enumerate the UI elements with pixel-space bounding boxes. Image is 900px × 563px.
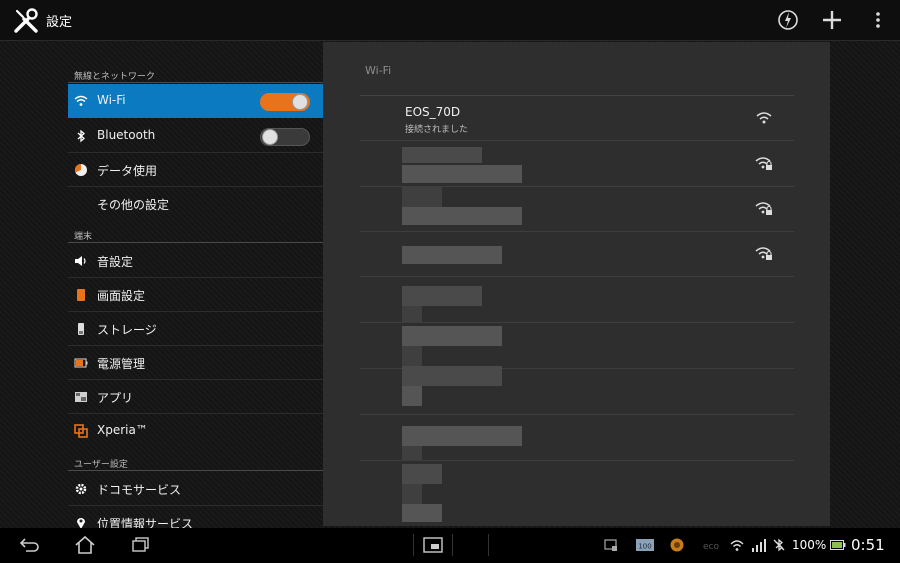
display-icon bbox=[77, 289, 85, 301]
redacted-ssid bbox=[402, 306, 422, 322]
wifi-network-pane: Wi-Fi EOS_70D 接続されました bbox=[323, 42, 830, 526]
settings-item-label: Bluetooth bbox=[97, 128, 156, 142]
divider bbox=[488, 534, 489, 556]
redacted-ssid bbox=[402, 286, 482, 306]
wifi-network-row[interactable] bbox=[360, 366, 794, 415]
settings-item-power[interactable]: 電源管理 bbox=[68, 346, 323, 380]
settings-item-sound[interactable]: 音設定 bbox=[68, 244, 323, 278]
section-header-wireless: 無線とネットワーク bbox=[68, 63, 323, 83]
divider bbox=[452, 534, 453, 556]
overflow-menu-icon[interactable] bbox=[864, 6, 892, 34]
section-header-device: 端末 bbox=[68, 223, 323, 243]
redacted-ssid bbox=[402, 326, 502, 346]
system-nav-bar: 100 eco 100% 0:51 bbox=[0, 528, 900, 563]
network-ssid: EOS_70D bbox=[405, 105, 461, 119]
bluetooth-icon bbox=[77, 129, 85, 143]
wifi-status-icon bbox=[730, 540, 744, 551]
small-apps-icon[interactable] bbox=[420, 535, 446, 555]
redacted-ssid bbox=[402, 504, 442, 522]
wifi-network-row[interactable] bbox=[360, 416, 794, 461]
settings-item-label: 電源管理 bbox=[97, 357, 146, 371]
settings-tools-icon[interactable] bbox=[12, 7, 40, 35]
settings-item-label: Xperia™ bbox=[97, 423, 148, 437]
battery-percent: 100% bbox=[792, 538, 827, 552]
settings-list: 無線とネットワーク Wi-Fi Bluetooth データ使用 その他の設定 端… bbox=[68, 41, 323, 531]
wifi-toggle[interactable] bbox=[260, 93, 310, 111]
action-bar: 設定 bbox=[0, 0, 900, 41]
wifi-network-row[interactable] bbox=[360, 278, 794, 323]
clock: 0:51 bbox=[851, 536, 885, 554]
redacted-ssid bbox=[402, 464, 442, 484]
redacted-ssid bbox=[402, 484, 422, 504]
redacted-ssid bbox=[402, 246, 502, 264]
settings-item-more[interactable]: その他の設定 bbox=[68, 187, 323, 221]
wifi-icon bbox=[74, 95, 88, 106]
settings-item-xperia[interactable]: Xperia™ bbox=[68, 414, 323, 448]
settings-item-label: ドコモサービス bbox=[97, 483, 182, 497]
redacted-ssid bbox=[402, 165, 522, 183]
home-icon[interactable] bbox=[72, 535, 98, 555]
app-notification-icon bbox=[670, 538, 684, 552]
settings-item-label: 画面設定 bbox=[97, 289, 146, 303]
apps-icon bbox=[75, 392, 87, 402]
screen-mirror-icon bbox=[604, 539, 617, 551]
redacted-ssid bbox=[402, 346, 422, 366]
wifi-network-row[interactable] bbox=[360, 232, 794, 277]
settings-item-label: アプリ bbox=[97, 391, 134, 405]
network-status: 接続されました bbox=[405, 125, 469, 135]
redacted-ssid bbox=[402, 207, 522, 225]
settings-item-docomo[interactable]: ドコモサービス bbox=[68, 472, 323, 506]
storage-icon bbox=[78, 323, 84, 335]
bluetooth-off-icon bbox=[773, 538, 785, 552]
toggle-knob bbox=[262, 129, 278, 145]
wifi-ap-icon[interactable] bbox=[774, 6, 802, 34]
data-usage-icon bbox=[75, 164, 87, 176]
cell-signal-icon bbox=[752, 539, 766, 552]
wifi-signal-icon bbox=[756, 112, 772, 124]
speaker-icon bbox=[75, 256, 86, 266]
wifi-lock-icon bbox=[755, 202, 772, 215]
svg-text:eco: eco bbox=[703, 542, 719, 552]
redacted-ssid bbox=[402, 426, 522, 446]
settings-item-label: その他の設定 bbox=[97, 198, 170, 212]
recent-apps-icon[interactable] bbox=[128, 535, 154, 555]
bluetooth-toggle[interactable] bbox=[260, 128, 310, 146]
battery-full-icon bbox=[830, 540, 846, 550]
svg-text:100: 100 bbox=[638, 543, 651, 551]
wifi-lock-icon bbox=[755, 247, 772, 260]
settings-item-storage[interactable]: ストレージ bbox=[68, 312, 323, 346]
settings-item-apps[interactable]: アプリ bbox=[68, 380, 323, 414]
settings-item-label: 音設定 bbox=[97, 255, 134, 269]
eco-icon: eco bbox=[703, 542, 719, 552]
redacted-ssid bbox=[402, 187, 442, 207]
wifi-network-row[interactable] bbox=[360, 187, 794, 232]
settings-item-label: データ使用 bbox=[97, 164, 158, 178]
wifi-network-row[interactable] bbox=[360, 324, 794, 369]
toggle-knob bbox=[292, 94, 308, 110]
divider bbox=[413, 534, 414, 556]
app-title: 設定 bbox=[46, 15, 73, 30]
section-header-user: ユーザー設定 bbox=[68, 451, 323, 471]
xperia-icon bbox=[74, 424, 88, 438]
settings-item-wifi[interactable]: Wi-Fi bbox=[68, 84, 323, 118]
wifi-network-connected[interactable]: EOS_70D 接続されました bbox=[360, 96, 794, 141]
redacted-ssid bbox=[402, 147, 482, 163]
notification-100-icon: 100 bbox=[636, 539, 654, 551]
settings-item-data-usage[interactable]: データ使用 bbox=[68, 153, 323, 187]
wifi-lock-icon bbox=[755, 157, 772, 170]
gear-icon bbox=[75, 483, 87, 495]
settings-item-label: Wi-Fi bbox=[97, 93, 126, 107]
settings-item-display[interactable]: 画面設定 bbox=[68, 278, 323, 312]
redacted-ssid bbox=[402, 366, 502, 386]
wifi-network-row[interactable] bbox=[360, 462, 794, 522]
settings-item-label: ストレージ bbox=[97, 323, 157, 337]
back-icon[interactable] bbox=[16, 535, 42, 555]
wifi-network-row[interactable] bbox=[360, 142, 794, 187]
redacted-ssid bbox=[402, 386, 422, 406]
battery-icon bbox=[74, 358, 88, 368]
add-icon[interactable] bbox=[818, 6, 846, 34]
pane-title: Wi-Fi bbox=[365, 64, 392, 77]
settings-item-bluetooth[interactable]: Bluetooth bbox=[68, 119, 323, 153]
redacted-ssid bbox=[402, 446, 422, 460]
